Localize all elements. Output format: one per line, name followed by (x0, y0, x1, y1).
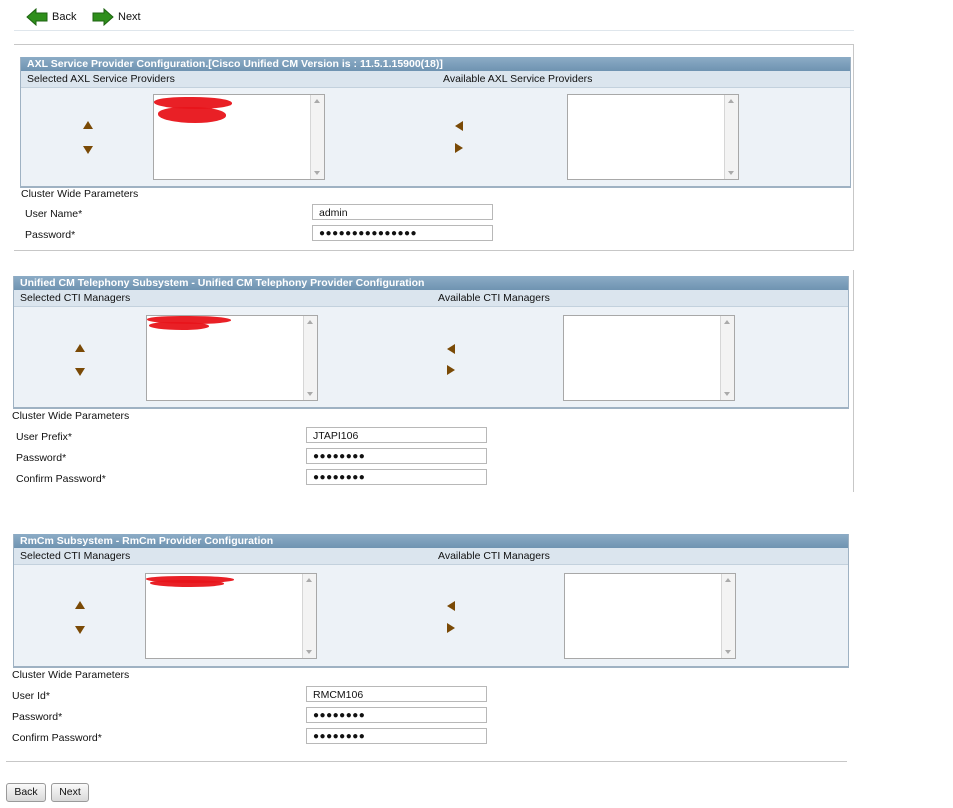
axl-password-input[interactable]: ●●●●●●●●●●●●●●● (312, 225, 493, 241)
move-right-icon[interactable] (447, 365, 455, 375)
move-left-icon[interactable] (447, 344, 455, 354)
selected-axl-label: Selected AXL Service Providers (27, 73, 175, 85)
move-up-icon[interactable] (83, 121, 93, 129)
redaction-mark (150, 580, 224, 587)
divider (14, 44, 854, 45)
rmcm-cluster-label: Cluster Wide Parameters (12, 669, 130, 681)
available-cti-label: Available CTI Managers (438, 292, 550, 304)
move-up-icon[interactable] (75, 344, 85, 352)
divider (853, 270, 854, 492)
available-axl-listbox[interactable] (567, 94, 739, 180)
axl-cluster-label: Cluster Wide Parameters (21, 188, 139, 200)
rmcm-confirm-input[interactable]: ●●●●●●●● (306, 728, 487, 744)
move-left-icon[interactable] (447, 601, 455, 611)
redaction-mark (158, 107, 226, 123)
top-toolbar: Back Next (14, 4, 854, 31)
rmcm-password-input[interactable]: ●●●●●●●● (306, 707, 487, 723)
axl-section: AXL Service Provider Configuration.[Cisc… (20, 57, 851, 188)
move-down-icon[interactable] (75, 626, 85, 634)
user-id-input[interactable]: RMCM106 (306, 686, 487, 702)
selected-cti-label: Selected CTI Managers (20, 550, 131, 562)
rmcm-section-title: RmCm Subsystem - RmCm Provider Configura… (14, 534, 848, 548)
telephony-list-area (14, 307, 848, 408)
back-toolbar-label: Back (52, 11, 77, 23)
rmcm-password-label: Password* (12, 711, 63, 723)
scrollbar[interactable] (721, 574, 735, 658)
scrollbar[interactable] (302, 574, 316, 658)
available-cti-label: Available CTI Managers (438, 550, 550, 562)
move-down-icon[interactable] (75, 368, 85, 376)
user-prefix-input[interactable]: JTAPI106 (306, 427, 487, 443)
rmcm-confirm-label: Confirm Password* (12, 732, 102, 744)
telephony-password-input[interactable]: ●●●●●●●● (306, 448, 487, 464)
telephony-password-label: Password* (16, 452, 67, 464)
axl-column-headers: Selected AXL Service Providers Available… (21, 71, 850, 88)
back-arrow-icon (26, 8, 48, 26)
move-down-icon[interactable] (83, 146, 93, 154)
axl-list-area (21, 88, 850, 187)
scrollbar[interactable] (724, 95, 738, 179)
selected-cti-listbox[interactable] (146, 315, 318, 401)
next-toolbar-button[interactable]: Next (92, 7, 141, 27)
axl-password-label: Password* (25, 229, 76, 241)
available-rmcm-listbox[interactable] (564, 573, 736, 659)
scrollbar[interactable] (720, 316, 734, 400)
user-id-label: User Id* (12, 690, 50, 702)
redaction-mark (149, 322, 209, 330)
next-arrow-icon (92, 8, 114, 26)
next-toolbar-label: Next (118, 11, 141, 23)
telephony-section-title: Unified CM Telephony Subsystem - Unified… (14, 276, 848, 290)
scrollbar[interactable] (310, 95, 324, 179)
user-prefix-label: User Prefix* (16, 431, 73, 443)
move-right-icon[interactable] (455, 143, 463, 153)
scrollbar[interactable] (303, 316, 317, 400)
available-axl-label: Available AXL Service Providers (443, 73, 593, 85)
divider (14, 250, 854, 251)
axl-user-name-label: User Name* (25, 208, 83, 220)
telephony-confirm-input[interactable]: ●●●●●●●● (306, 469, 487, 485)
selected-rmcm-listbox[interactable] (145, 573, 317, 659)
move-up-icon[interactable] (75, 601, 85, 609)
move-left-icon[interactable] (455, 121, 463, 131)
selected-axl-listbox[interactable] (153, 94, 325, 180)
telephony-cluster-label: Cluster Wide Parameters (12, 410, 130, 422)
available-cti-listbox[interactable] (563, 315, 735, 401)
next-button[interactable]: Next (51, 783, 89, 802)
axl-user-name-input[interactable]: admin (312, 204, 493, 220)
axl-section-title: AXL Service Provider Configuration.[Cisc… (21, 57, 850, 71)
back-toolbar-button[interactable]: Back (26, 7, 76, 27)
telephony-confirm-label: Confirm Password* (16, 473, 106, 485)
divider (6, 761, 847, 762)
rmcm-list-area (14, 565, 848, 667)
move-right-icon[interactable] (447, 623, 455, 633)
selected-cti-label: Selected CTI Managers (20, 292, 131, 304)
rmcm-column-headers: Selected CTI Managers Available CTI Mana… (14, 548, 848, 565)
back-button[interactable]: Back (6, 783, 46, 802)
telephony-column-headers: Selected CTI Managers Available CTI Mana… (14, 290, 848, 307)
telephony-section: Unified CM Telephony Subsystem - Unified… (13, 276, 849, 409)
rmcm-section: RmCm Subsystem - RmCm Provider Configura… (13, 534, 849, 668)
divider (853, 44, 854, 250)
